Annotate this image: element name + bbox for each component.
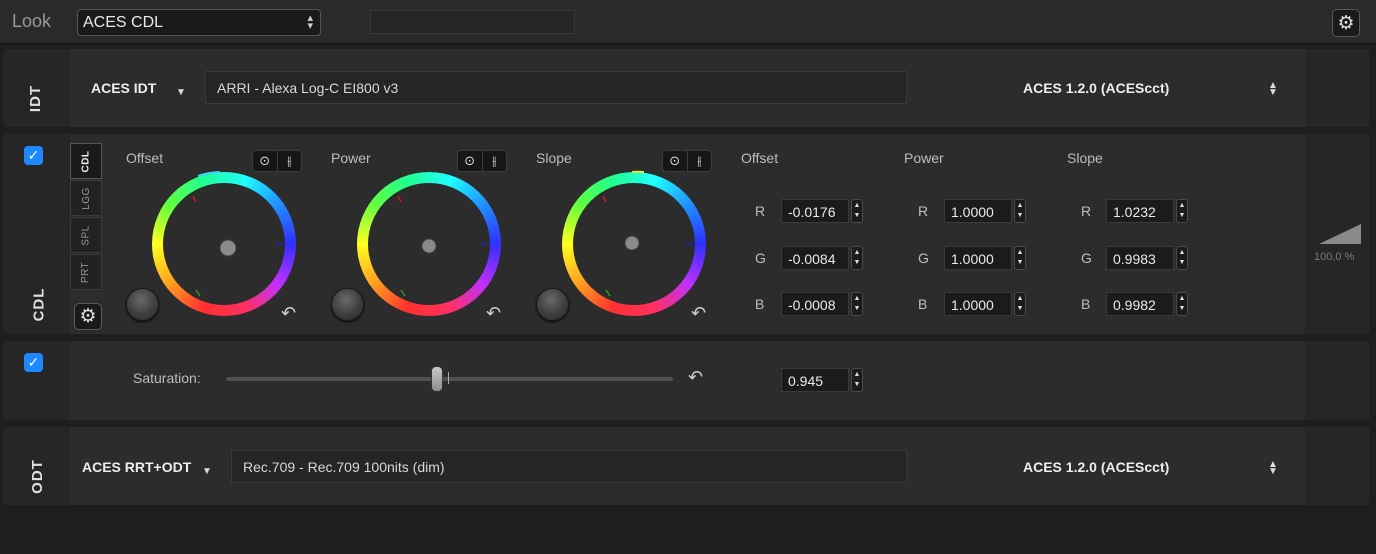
slope-r-field[interactable]: 1.0232 bbox=[1106, 199, 1174, 223]
power-values-header: Power bbox=[904, 150, 944, 166]
power-b-stepper[interactable]: ▲ ▼ bbox=[1014, 292, 1026, 316]
odt-transform-dropdown[interactable]: ACES RRT+ODT bbox=[82, 459, 191, 475]
saturation-panel bbox=[3, 341, 1370, 420]
aces-look-editor: Look ACES CDL ▴ ▾ ⚙ IDT ACES IDT ▼ ARRI -… bbox=[0, 0, 1376, 554]
updown-arrows-icon: ▴ ▾ bbox=[307, 12, 313, 32]
idt-right-strip bbox=[1305, 49, 1370, 127]
look-settings-button[interactable]: ⚙ bbox=[1332, 9, 1360, 37]
offset-wheel-label: Offset bbox=[126, 150, 164, 166]
odt-side-label: ODT bbox=[28, 459, 46, 494]
slope-r-stepper[interactable]: ▲ ▼ bbox=[1176, 199, 1188, 223]
cdl-strength-value: 100,0 % bbox=[1314, 251, 1355, 263]
chevron-down-icon: ▼ bbox=[176, 87, 186, 98]
odt-aces-version-dropdown[interactable]: ACES 1.2.0 (ACEScct) bbox=[1023, 459, 1169, 475]
slope-r-label: R bbox=[1081, 203, 1092, 219]
saturation-right-strip bbox=[1305, 341, 1370, 420]
power-color-wheel[interactable] bbox=[353, 168, 505, 320]
odt-right-strip bbox=[1305, 427, 1370, 505]
offset-color-wheel[interactable] bbox=[148, 168, 300, 320]
slope-g-stepper[interactable]: ▲ ▼ bbox=[1176, 246, 1188, 270]
saturation-label: Saturation: bbox=[133, 370, 201, 386]
look-dropdown[interactable]: ACES CDL ▴ ▾ bbox=[77, 9, 321, 36]
offset-b-field[interactable]: -0.0008 bbox=[781, 292, 849, 316]
cdl-enable-checkbox[interactable]: ✓ bbox=[24, 146, 43, 165]
slope-wheel-puck[interactable] bbox=[624, 235, 640, 251]
slope-g-label: G bbox=[1081, 250, 1092, 266]
undo-arrow-icon[interactable]: ↶ bbox=[281, 303, 296, 324]
saturation-stepper[interactable]: ▲ ▼ bbox=[851, 368, 863, 392]
undo-arrow-icon[interactable]: ↶ bbox=[486, 303, 501, 324]
odt-path-field[interactable]: Rec.709 - Rec.709 100nits (dim) bbox=[231, 450, 907, 483]
slope-b-field[interactable]: 0.9982 bbox=[1106, 292, 1174, 316]
saturation-value-field[interactable]: 0.945 bbox=[781, 368, 849, 392]
offset-g-stepper[interactable]: ▲ ▼ bbox=[851, 246, 863, 270]
idt-aces-version-dropdown[interactable]: ACES 1.2.0 (ACEScct) bbox=[1023, 80, 1169, 96]
slope-color-wheel[interactable] bbox=[558, 168, 710, 320]
idt-path-field[interactable]: ARRI - Alexa Log-C EI800 v3 bbox=[205, 71, 907, 104]
updown-arrows-icon: ▲ ▼ bbox=[1268, 459, 1278, 477]
undo-arrow-icon[interactable]: ↶ bbox=[688, 367, 703, 388]
slope-b-stepper[interactable]: ▲ ▼ bbox=[1176, 292, 1188, 316]
chevron-down-icon: ▼ bbox=[202, 466, 212, 477]
power-g-label: G bbox=[918, 250, 929, 266]
gear-icon: ⚙ bbox=[79, 306, 97, 327]
offset-wheel-puck[interactable] bbox=[219, 239, 237, 257]
power-r-field[interactable]: 1.0000 bbox=[944, 199, 1012, 223]
saturation-slider-thumb[interactable] bbox=[431, 366, 443, 392]
offset-b-label: B bbox=[755, 296, 765, 312]
offset-g-field[interactable]: -0.0084 bbox=[781, 246, 849, 270]
offset-values-header: Offset bbox=[741, 150, 779, 166]
slope-g-field[interactable]: 0.9983 bbox=[1106, 246, 1174, 270]
updown-arrows-icon: ▲ ▼ bbox=[1268, 80, 1278, 98]
power-wheel-puck[interactable] bbox=[421, 238, 437, 254]
strength-ramp-icon[interactable] bbox=[1319, 224, 1361, 244]
idt-side-label: IDT bbox=[27, 84, 45, 113]
saturation-enable-checkbox[interactable]: ✓ bbox=[24, 353, 43, 372]
tab-spl[interactable]: SPL bbox=[70, 217, 102, 253]
look-label: Look bbox=[12, 11, 52, 31]
undo-arrow-icon[interactable]: ↶ bbox=[691, 303, 706, 324]
cdl-side-label: CDL bbox=[30, 287, 48, 322]
power-b-field[interactable]: 1.0000 bbox=[944, 292, 1012, 316]
slope-master-knob[interactable] bbox=[536, 288, 569, 321]
offset-r-stepper[interactable]: ▲ ▼ bbox=[851, 199, 863, 223]
power-wheel-label: Power bbox=[331, 150, 371, 166]
checkmark-icon: ✓ bbox=[27, 354, 40, 370]
look-dropdown-value: ACES CDL bbox=[83, 14, 164, 31]
power-g-stepper[interactable]: ▲ ▼ bbox=[1014, 246, 1026, 270]
idt-transform-dropdown[interactable]: ACES IDT bbox=[91, 80, 156, 96]
look-toolbar: Look ACES CDL ▴ ▾ ⚙ bbox=[0, 0, 1376, 44]
slope-wheel-label: Slope bbox=[536, 150, 572, 166]
offset-r-label: R bbox=[755, 203, 766, 219]
power-r-label: R bbox=[918, 203, 929, 219]
gear-icon: ⚙ bbox=[1337, 12, 1355, 34]
tab-lgg[interactable]: LGG bbox=[70, 180, 102, 216]
power-g-field[interactable]: 1.0000 bbox=[944, 246, 1012, 270]
checkmark-icon: ✓ bbox=[27, 147, 40, 163]
look-name-field[interactable] bbox=[370, 10, 575, 34]
slope-b-label: B bbox=[1081, 296, 1091, 312]
offset-master-knob[interactable] bbox=[126, 288, 159, 321]
saturation-slider-track[interactable] bbox=[226, 377, 673, 381]
power-r-stepper[interactable]: ▲ ▼ bbox=[1014, 199, 1026, 223]
offset-g-label: G bbox=[755, 250, 766, 266]
power-b-label: B bbox=[918, 296, 928, 312]
tab-prt[interactable]: PRT bbox=[70, 254, 102, 290]
cdl-mode-tabs: CDL LGG SPL PRT bbox=[70, 143, 102, 293]
cdl-settings-button[interactable]: ⚙ bbox=[74, 303, 102, 330]
tab-cdl[interactable]: CDL bbox=[70, 143, 102, 179]
offset-r-field[interactable]: -0.0176 bbox=[781, 199, 849, 223]
offset-b-stepper[interactable]: ▲ ▼ bbox=[851, 292, 863, 316]
saturation-default-tick bbox=[448, 372, 449, 384]
power-master-knob[interactable] bbox=[331, 288, 364, 321]
slope-values-header: Slope bbox=[1067, 150, 1103, 166]
